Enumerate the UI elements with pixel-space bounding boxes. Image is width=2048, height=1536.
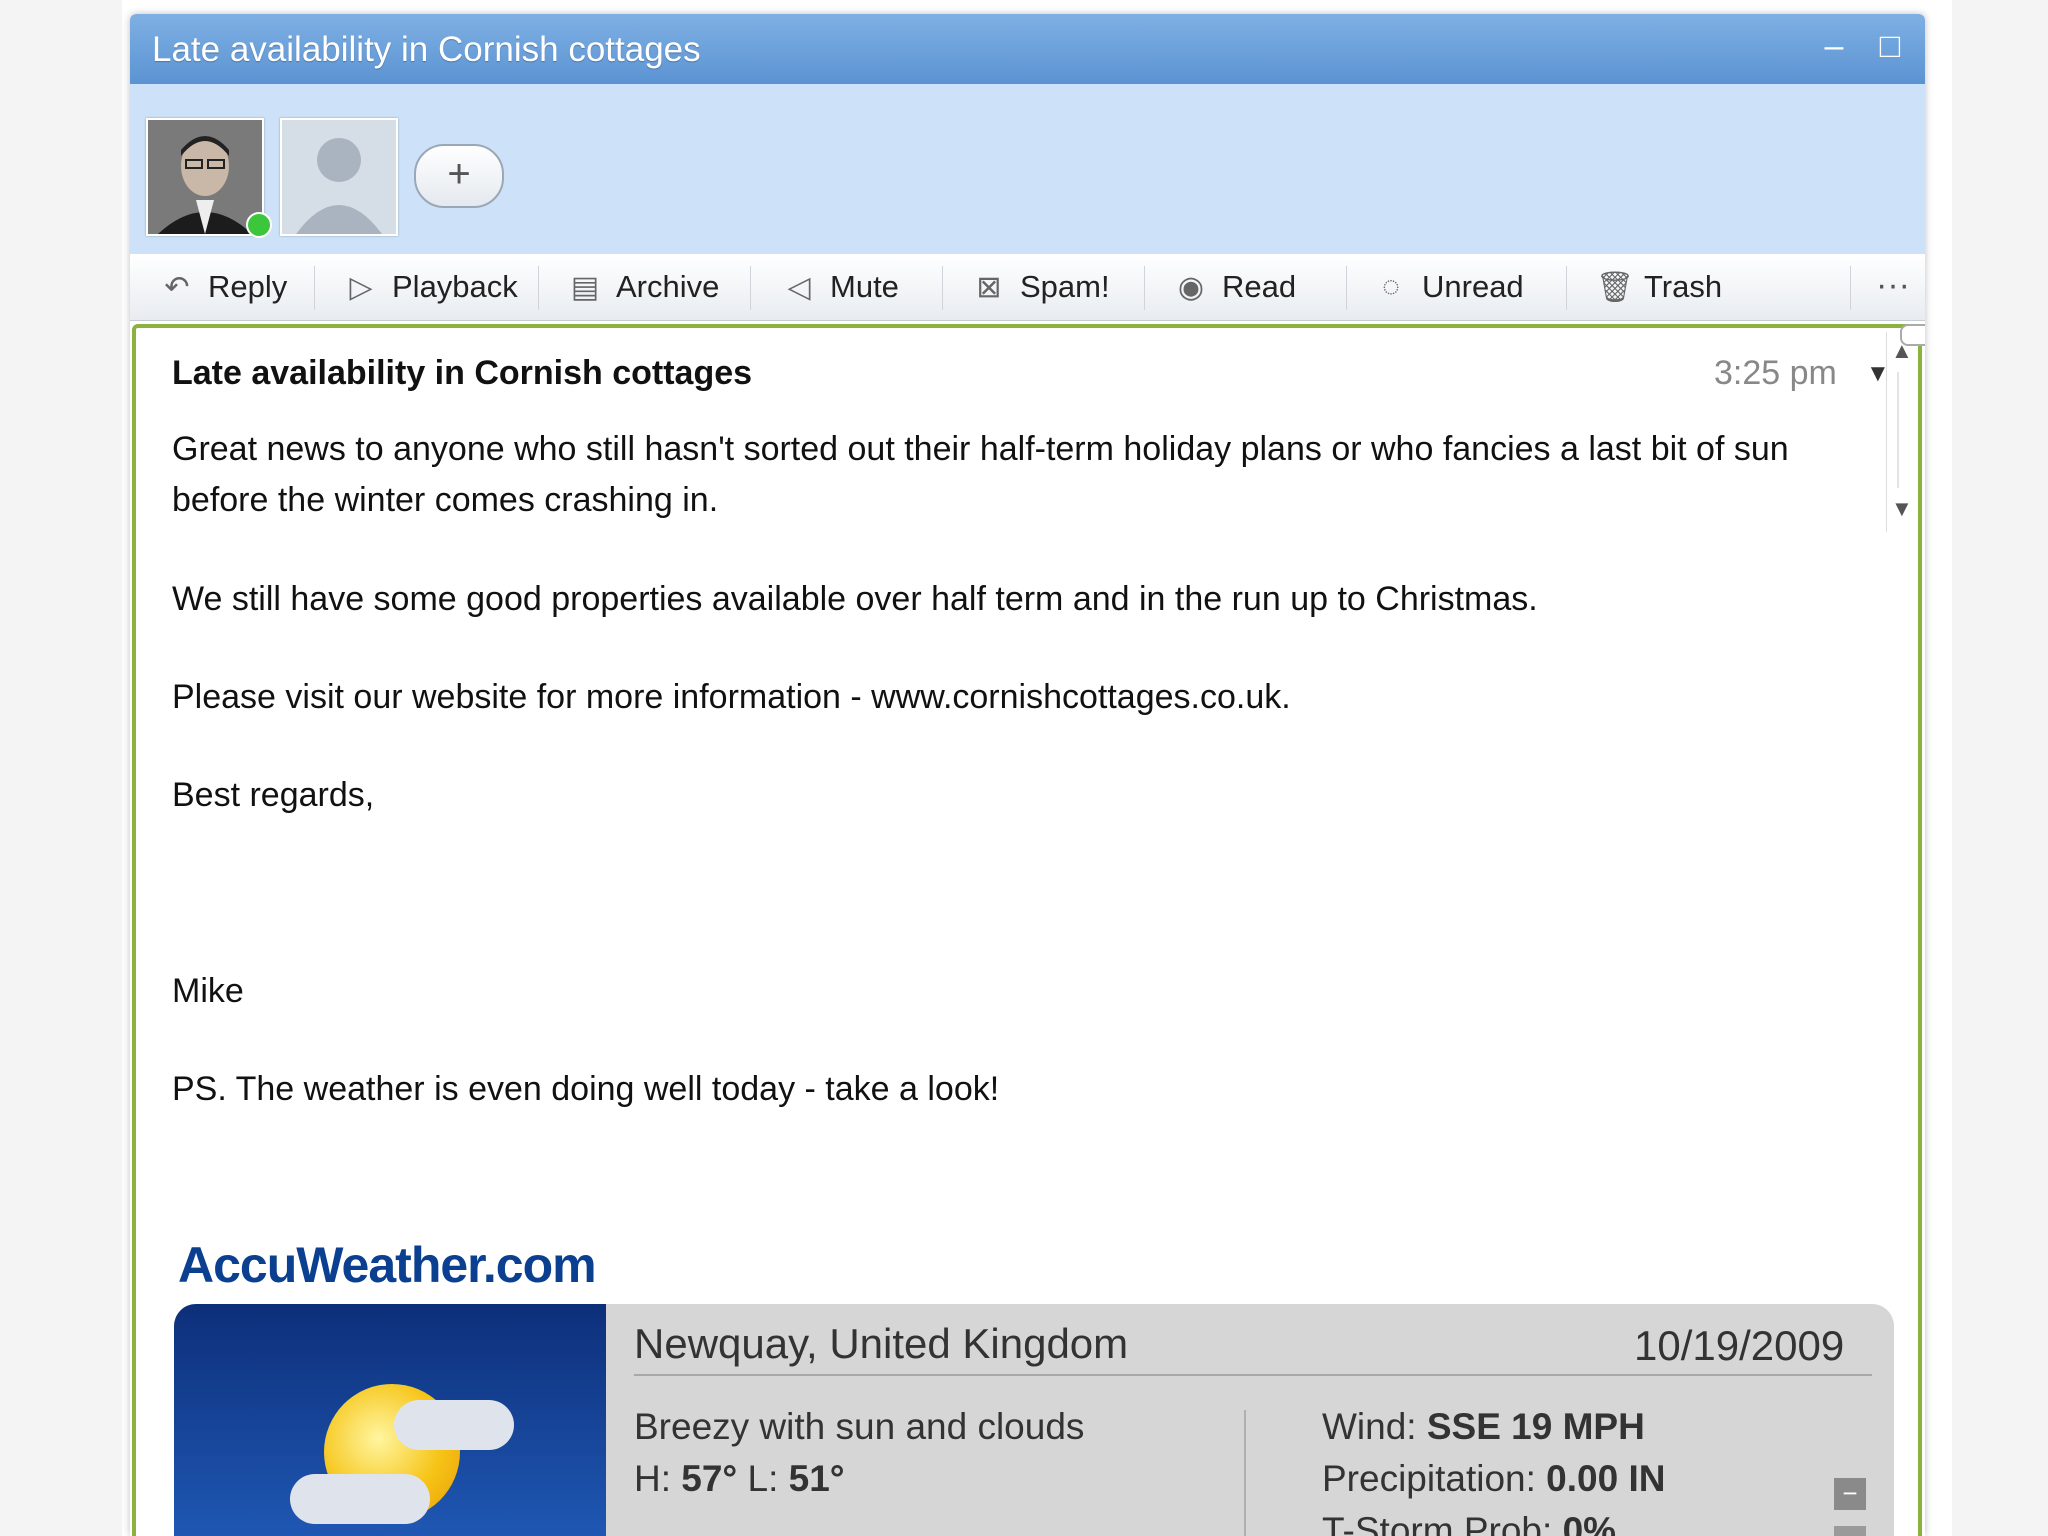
message-paragraph: Best regards, (172, 776, 375, 814)
playback-icon: ▷ (349, 270, 373, 304)
weather-date: 10/19/2009 (1634, 1322, 1845, 1369)
weather-precipitation: Precipitation: 0.00 IN (1322, 1458, 1665, 1500)
weather-widget[interactable]: Newquay, United Kingdom 10/19/2009 Breez… (174, 1304, 1894, 1536)
trash-label: Trash (1644, 269, 1723, 304)
low-value: 51° (788, 1458, 845, 1499)
more-actions-button[interactable]: ··· (1876, 266, 1910, 305)
toolbar-divider (750, 266, 751, 310)
message-paragraph: Please visit our website for more inform… (172, 678, 1291, 716)
weather-condition: Breezy with sun and clouds (634, 1406, 1085, 1447)
toolbar-divider (942, 266, 943, 310)
reply-button[interactable]: ↶ Reply (160, 254, 287, 320)
read-icon: ◉ (1177, 270, 1205, 304)
page-margin-right (1952, 0, 2048, 1536)
unread-label: Unread (1422, 269, 1524, 304)
wave-window: Late availability in Cornish cottages – … (130, 14, 1925, 1536)
mute-label: Mute (830, 269, 899, 304)
divider (634, 1374, 1872, 1376)
collapse-icon[interactable]: − (1834, 1478, 1866, 1510)
participants-bar: + (130, 84, 1925, 254)
spam-label: Spam! (1020, 269, 1110, 304)
title-bar[interactable]: Late availability in Cornish cottages – … (130, 14, 1925, 84)
weather-tstorm: T-Storm Prob: 0% (1322, 1510, 1616, 1536)
toolbar-divider (1144, 266, 1145, 310)
message-paragraph: PS. The weather is even doing well today… (172, 1070, 1000, 1108)
read-label: Read (1222, 269, 1297, 304)
scroll-track[interactable] (1897, 372, 1899, 488)
toolbar-divider (1566, 266, 1567, 310)
weather-image (174, 1304, 606, 1536)
archive-icon: ▤ (570, 270, 600, 304)
mute-button[interactable]: ◁ Mute (782, 254, 899, 320)
scroll-down-icon[interactable]: ▼ (1891, 496, 1913, 522)
wind-value: SSE 19 MPH (1426, 1406, 1645, 1447)
message-subject: Late availability in Cornish cottages (172, 354, 753, 392)
unread-button[interactable]: ◌ Unread (1374, 254, 1524, 320)
weather-high-low: H: 57° L: 51° (634, 1458, 845, 1500)
low-label: L: (747, 1458, 789, 1499)
divider (1244, 1410, 1246, 1536)
add-participant-button[interactable]: + (414, 144, 504, 208)
expand-icon[interactable] (1834, 1526, 1866, 1536)
message-paragraph: We still have some good properties avail… (172, 580, 1538, 618)
precip-label: Precipitation: (1322, 1458, 1547, 1499)
toolbar-divider (538, 266, 539, 310)
high-label: H: (634, 1458, 682, 1499)
trash-button[interactable]: 🗑 Trash (1596, 254, 1722, 320)
page-margin-left (0, 0, 122, 1536)
message-paragraph: Mike (172, 972, 244, 1010)
high-value: 57° (681, 1458, 738, 1499)
message-paragraph: Great news to anyone who still hasn't so… (172, 430, 1789, 519)
precip-value: 0.00 IN (1546, 1458, 1666, 1499)
message-blip: Late availability in Cornish cottages 3:… (132, 324, 1922, 1536)
read-button[interactable]: ◉ Read (1174, 254, 1296, 320)
wind-label: Wind: (1322, 1406, 1427, 1447)
avatar[interactable] (146, 118, 264, 236)
resize-handle[interactable] (1900, 324, 1925, 346)
reply-label: Reply (208, 269, 288, 304)
minimize-icon[interactable]: – (1816, 28, 1852, 64)
tstorm-value: 0% (1562, 1510, 1617, 1536)
cloud-icon (290, 1474, 430, 1524)
cloud-icon (394, 1400, 514, 1450)
toolbar: ↶ Reply ▷ Playback ▤ Archive ◁ Mute ⊠ Sp… (130, 254, 1925, 321)
toolbar-divider (314, 266, 315, 310)
trash-icon: 🗑 (1596, 270, 1635, 304)
playback-label: Playback (392, 269, 518, 304)
spam-button[interactable]: ⊠ Spam! (972, 254, 1110, 320)
window-title: Late availability in Cornish cottages (152, 30, 701, 69)
toolbar-divider (1850, 266, 1851, 310)
archive-label: Archive (616, 269, 720, 304)
weather-wind: Wind: SSE 19 MPH (1322, 1406, 1645, 1448)
message-scrollbar[interactable]: ▲ ▼ (1886, 332, 1917, 532)
message-timestamp: 3:25 pm (1714, 354, 1837, 392)
accuweather-logo[interactable]: AccuWeather.com (178, 1236, 597, 1294)
playback-button[interactable]: ▷ Playback (344, 254, 518, 320)
avatar-placeholder[interactable] (280, 118, 398, 236)
unread-icon: ◌ (1382, 270, 1400, 303)
reply-icon: ↶ (164, 270, 190, 304)
mute-icon: ◁ (787, 270, 811, 304)
spam-icon: ⊠ (976, 270, 1002, 304)
online-status-badge (246, 212, 272, 238)
toolbar-divider (1346, 266, 1347, 310)
weather-location: Newquay, United Kingdom (634, 1320, 1129, 1367)
archive-button[interactable]: ▤ Archive (568, 254, 720, 320)
tstorm-label: T-Storm Prob: (1322, 1510, 1563, 1536)
maximize-icon[interactable]: □ (1872, 28, 1908, 64)
